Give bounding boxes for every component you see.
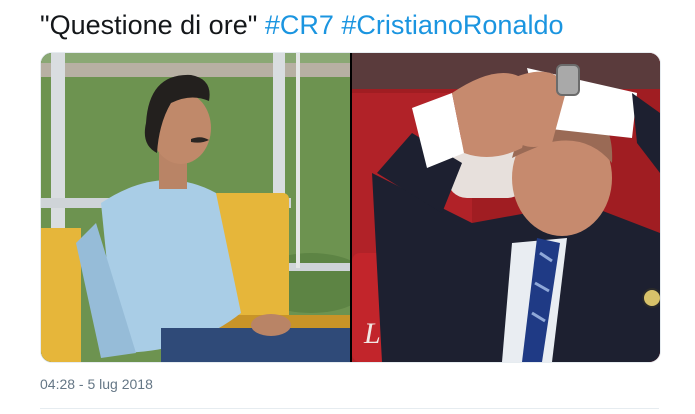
- tweet-text: "Questione di ore" #CR7 #CristianoRonald…: [40, 8, 564, 42]
- media-photo-right[interactable]: Lete: [352, 53, 660, 362]
- tweet-quote: "Questione di ore": [40, 10, 258, 40]
- media-photo-left[interactable]: [41, 53, 350, 362]
- photo-man-on-bench: [41, 53, 350, 362]
- hashtag-cr7[interactable]: #CR7: [265, 10, 334, 40]
- tweet-timestamp[interactable]: 04:28 - 5 lug 2018: [40, 376, 153, 392]
- divider: [40, 408, 659, 409]
- tweet-media: Lete: [40, 52, 661, 363]
- photo-man-gesturing: Lete: [352, 53, 660, 362]
- hashtag-cristianoronaldo[interactable]: #CristianoRonaldo: [341, 10, 563, 40]
